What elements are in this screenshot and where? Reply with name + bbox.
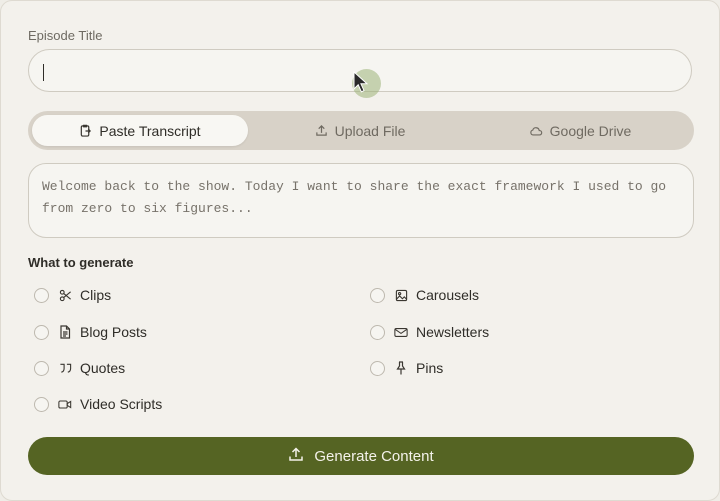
pin-icon — [394, 361, 408, 375]
option-radio[interactable] — [34, 396, 49, 412]
option-carousels[interactable]: Carousels — [370, 285, 479, 305]
option-radio[interactable] — [370, 324, 385, 340]
option-label: Newsletters — [416, 324, 490, 340]
option-radio[interactable] — [370, 287, 385, 303]
tab-paste-transcript[interactable]: Paste Transcript — [32, 115, 248, 146]
tab-upload-file[interactable]: Upload File — [252, 115, 468, 146]
option-radio[interactable] — [370, 360, 385, 376]
transcript-text: Welcome back to the show. Today I want t… — [42, 179, 667, 216]
cloud-icon — [529, 125, 543, 137]
option-video-scripts[interactable]: Video Scripts — [34, 394, 162, 414]
tab-label: Google Drive — [549, 122, 632, 139]
mail-icon — [394, 325, 408, 339]
mouse-cursor-icon — [353, 70, 369, 98]
option-quotes[interactable]: Quotes — [34, 358, 125, 378]
option-radio[interactable] — [34, 287, 49, 303]
option-label: Quotes — [80, 360, 126, 376]
scissors-icon — [58, 288, 72, 302]
episode-title-label: Episode Title — [28, 28, 103, 43]
option-radio[interactable] — [34, 324, 49, 340]
image-icon — [394, 288, 408, 302]
option-label: Blog Posts — [80, 324, 147, 340]
paste-icon — [79, 124, 92, 137]
option-blog-posts[interactable]: Blog Posts — [34, 322, 147, 342]
option-pins[interactable]: Pins — [370, 358, 443, 378]
option-radio[interactable] — [34, 360, 49, 376]
transcript-textarea[interactable]: Welcome back to the show. Today I want t… — [28, 163, 694, 238]
tab-label: Upload File — [334, 122, 406, 139]
option-label: Carousels — [416, 287, 480, 303]
option-label: Video Scripts — [80, 396, 163, 412]
generate-content-button[interactable]: Generate Content — [28, 437, 694, 475]
video-icon — [58, 397, 72, 411]
quote-icon — [58, 361, 72, 375]
text-caret — [43, 64, 44, 81]
generate-options-heading: What to generate — [28, 255, 134, 270]
generate-button-label: Generate Content — [314, 447, 434, 465]
upload-icon — [288, 446, 304, 466]
option-clips[interactable]: Clips — [34, 285, 111, 305]
upload-icon — [315, 124, 328, 137]
tab-google-drive[interactable]: Google Drive — [472, 115, 688, 146]
option-newsletters[interactable]: Newsletters — [370, 322, 489, 342]
document-icon — [58, 325, 72, 339]
option-label: Pins — [416, 360, 444, 376]
tab-label: Paste Transcript — [99, 122, 201, 139]
source-tabs: Paste Transcript Upload File Google Driv… — [28, 111, 694, 150]
option-label: Clips — [80, 287, 112, 303]
